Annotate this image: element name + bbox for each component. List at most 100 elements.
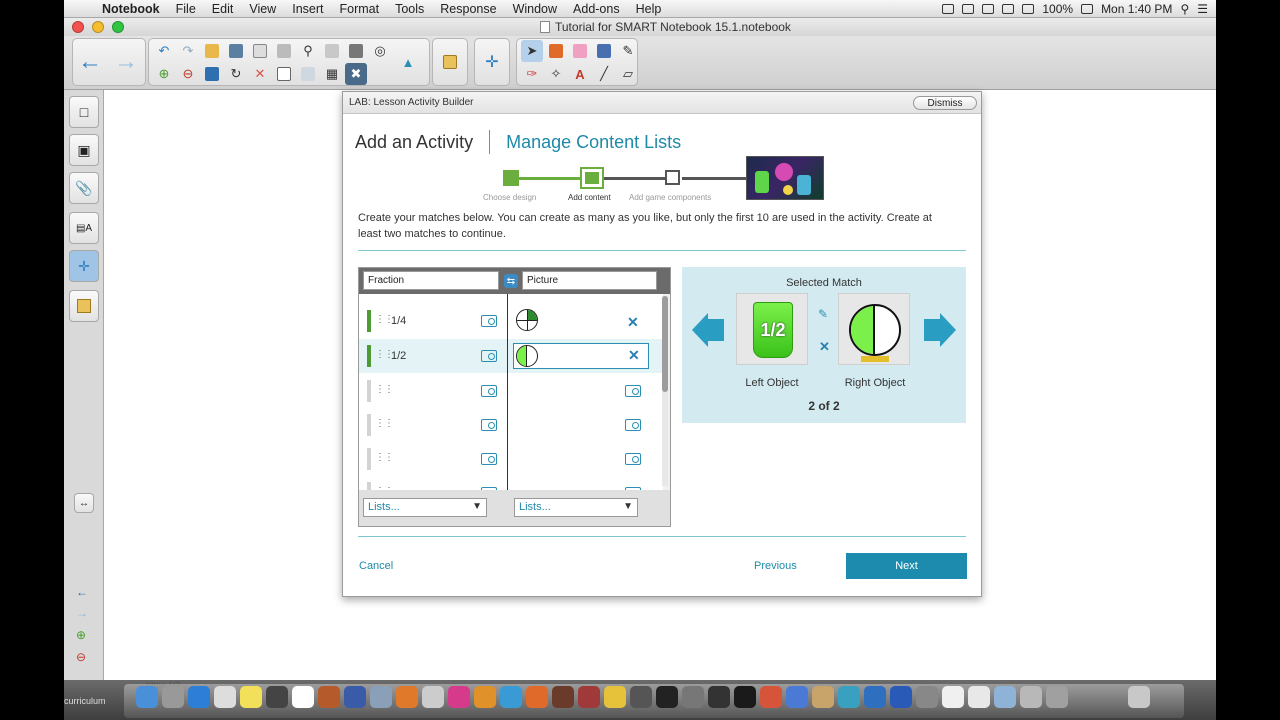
dashboard-icon[interactable] xyxy=(266,686,288,708)
cancel-button[interactable]: Cancel xyxy=(359,560,393,572)
sidebar-remove-icon[interactable]: ⊖ xyxy=(76,650,86,664)
rows-scrollbar[interactable] xyxy=(662,296,668,486)
launchpad-icon[interactable] xyxy=(162,686,184,708)
match-row-empty[interactable]: ⋮⋮ xyxy=(359,408,663,442)
imovie-icon[interactable] xyxy=(552,686,574,708)
system-preferences-icon[interactable] xyxy=(708,686,730,708)
close-x-icon[interactable]: ✖ xyxy=(345,63,367,85)
step-choose-design[interactable] xyxy=(503,170,519,186)
select-icon[interactable] xyxy=(345,40,367,62)
match-row-empty[interactable]: ⋮⋮ xyxy=(359,374,663,408)
volume-icon[interactable] xyxy=(1022,3,1035,14)
zoom-window-icon[interactable] xyxy=(112,21,124,33)
contacts-icon[interactable] xyxy=(214,686,236,708)
itunes-icon[interactable] xyxy=(448,686,470,708)
next-button[interactable]: Next xyxy=(846,553,967,579)
menu-addons[interactable]: Add-ons xyxy=(565,2,628,16)
open-folder-icon[interactable] xyxy=(201,40,223,62)
printer-icon[interactable] xyxy=(916,686,938,708)
paste-icon[interactable] xyxy=(249,40,271,62)
step-add-game-components[interactable] xyxy=(665,170,680,185)
time-machine-icon[interactable] xyxy=(1002,3,1015,14)
utility-icon[interactable] xyxy=(812,686,834,708)
browser-icon[interactable] xyxy=(786,686,808,708)
properties-icon[interactable] xyxy=(297,63,319,85)
drag-handle-icon[interactable]: ⋮⋮ xyxy=(375,418,394,429)
magic-pen-icon[interactable]: ✧ xyxy=(545,63,567,85)
match-row-empty[interactable]: ⋮⋮ xyxy=(359,476,663,490)
table-icon[interactable]: ▦ xyxy=(321,63,343,85)
eraser-icon[interactable] xyxy=(569,40,591,62)
quicktime-icon[interactable] xyxy=(682,686,704,708)
close-window-icon[interactable] xyxy=(72,21,84,33)
folder-icon[interactable] xyxy=(1046,686,1068,708)
smart-notebook-icon[interactable] xyxy=(604,686,626,708)
right-value-box[interactable]: ✕ xyxy=(513,343,649,369)
menu-help[interactable]: Help xyxy=(628,2,670,16)
downloads-icon[interactable] xyxy=(968,686,990,708)
left-value[interactable]: 1/2 xyxy=(391,350,406,362)
directory-icon[interactable] xyxy=(344,686,366,708)
menu-view[interactable]: View xyxy=(241,2,284,16)
gallery-icon[interactable] xyxy=(439,51,461,73)
left-lookup-icon[interactable] xyxy=(481,419,497,431)
sidebar-add-icon[interactable]: ⊕ xyxy=(76,628,86,642)
remove-match-icon[interactable]: ✕ xyxy=(819,339,830,355)
redo-icon[interactable]: ↷ xyxy=(177,40,199,62)
move-sidebar-icon[interactable]: ↔ xyxy=(74,493,94,513)
left-lookup-icon[interactable] xyxy=(481,350,497,362)
menu-notebook[interactable]: Notebook xyxy=(94,2,168,16)
response-icon[interactable]: ▲ xyxy=(397,51,419,73)
left-lookup-icon[interactable] xyxy=(481,315,497,327)
right-lookup-icon[interactable] xyxy=(625,453,641,465)
camera-icon[interactable] xyxy=(942,3,955,14)
photo-booth-icon[interactable] xyxy=(318,686,340,708)
finder-icon[interactable] xyxy=(136,686,158,708)
properties-tab-icon[interactable]: ▤A xyxy=(69,212,99,244)
delete-icon[interactable]: ✕ xyxy=(249,63,271,85)
match-row[interactable]: ⋮⋮ 1/4 ✕ xyxy=(359,304,663,338)
app-icon[interactable] xyxy=(838,686,860,708)
menu-tools[interactable]: Tools xyxy=(387,2,432,16)
next-page-icon[interactable]: → xyxy=(114,48,138,75)
vlc-icon[interactable] xyxy=(474,686,496,708)
menu-response[interactable]: Response xyxy=(432,2,504,16)
highlighter-icon[interactable]: ▱ xyxy=(617,63,639,85)
document-camera-icon[interactable] xyxy=(321,40,343,62)
attachments-icon[interactable]: 📎 xyxy=(69,172,99,204)
screen-shade-icon[interactable] xyxy=(273,63,295,85)
shapes-icon[interactable] xyxy=(545,40,567,62)
pen-icon[interactable]: ✎ xyxy=(617,40,639,62)
menu-insert[interactable]: Insert xyxy=(284,2,331,16)
display-icon[interactable] xyxy=(225,40,247,62)
menu-file[interactable]: File xyxy=(168,2,204,16)
trash-icon[interactable] xyxy=(1128,686,1150,708)
activity-monitor-icon[interactable] xyxy=(630,686,652,708)
delete-page-icon[interactable]: ⊖ xyxy=(177,63,199,85)
line-icon[interactable]: ╱ xyxy=(593,63,615,85)
menu-format[interactable]: Format xyxy=(331,2,387,16)
sidebar-back-icon[interactable]: ← xyxy=(76,585,88,599)
add-activity-tab[interactable]: Add an Activity xyxy=(355,132,473,153)
gallery-tab-icon[interactable]: ▣ xyxy=(69,134,99,166)
select-arrow-icon[interactable]: ➤ xyxy=(521,40,543,62)
refresh-icon[interactable]: ↻ xyxy=(225,63,247,85)
right-lists-dropdown[interactable]: Lists... ▼ xyxy=(514,498,638,517)
spotlight-icon[interactable]: ⚲ xyxy=(1180,2,1189,16)
right-lookup-icon[interactable] xyxy=(625,385,641,397)
documents-folder-icon[interactable] xyxy=(1020,686,1042,708)
app-store-icon[interactable] xyxy=(760,686,782,708)
lab-tab-icon[interactable] xyxy=(69,290,99,322)
undo-icon[interactable]: ↶ xyxy=(153,40,175,62)
battery-icon[interactable] xyxy=(1081,3,1094,14)
match-row-empty[interactable]: ⋮⋮ xyxy=(359,442,663,476)
fraction-column-title[interactable]: Fraction xyxy=(363,271,499,290)
edit-match-pencil-icon[interactable]: ✎ xyxy=(818,307,828,321)
dropbox-icon[interactable] xyxy=(962,3,975,14)
left-lookup-icon[interactable] xyxy=(481,453,497,465)
add-page-icon[interactable]: ⊕ xyxy=(153,63,175,85)
previous-match-arrow-icon[interactable] xyxy=(692,313,726,347)
right-lookup-icon[interactable] xyxy=(625,419,641,431)
left-object-thumbnail[interactable]: 1/2 xyxy=(736,293,808,365)
swap-columns-icon[interactable]: ⇆ xyxy=(504,274,518,288)
